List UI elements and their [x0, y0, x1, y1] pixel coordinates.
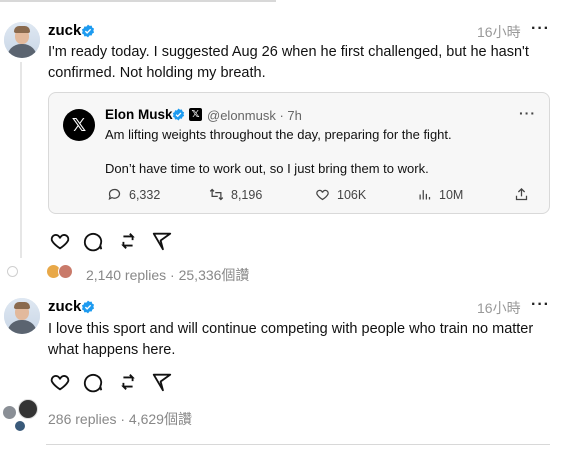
- post-text-line: I'm ready today. I suggested Aug 26 when…: [48, 44, 529, 60]
- upload-icon[interactable]: [514, 187, 529, 202]
- views-stat[interactable]: 10M: [417, 187, 463, 202]
- avatar[interactable]: [4, 298, 40, 334]
- repost-icon[interactable]: [117, 371, 139, 393]
- post-text-line: confirmed. Not holding my breath.: [48, 65, 266, 81]
- repost-stat[interactable]: 8,196: [209, 187, 262, 202]
- verified-icon: [172, 108, 185, 121]
- avatar[interactable]: [4, 22, 40, 58]
- replier-avatar: [14, 420, 26, 432]
- like-count: 106K: [337, 187, 367, 202]
- like-stat[interactable]: 106K: [315, 187, 366, 202]
- more-icon[interactable]: ···: [531, 296, 550, 314]
- replies-summary[interactable]: 2,140 replies · 25,336個讚: [86, 265, 249, 285]
- comment-icon[interactable]: [82, 371, 104, 393]
- share-icon[interactable]: [151, 230, 173, 252]
- reply-count: 6,332: [129, 187, 161, 202]
- author-name[interactable]: zuck: [48, 298, 81, 315]
- repost-count: 8,196: [231, 187, 263, 202]
- quoted-avatar[interactable]: 𝕏: [63, 109, 95, 141]
- heart-icon[interactable]: [49, 371, 71, 393]
- replier-avatar: [18, 399, 38, 419]
- views-icon: [419, 190, 431, 200]
- quoted-text-line: Am lifting weights throughout the day, p…: [105, 127, 452, 142]
- post-text-line: I love this sport and will continue comp…: [48, 321, 534, 337]
- quoted-author-name[interactable]: Elon Musk: [105, 107, 173, 122]
- heart-icon[interactable]: [49, 230, 71, 252]
- retweet-icon: [209, 188, 224, 201]
- post-time: 16小時: [477, 24, 521, 40]
- x-badge-icon: 𝕏: [189, 108, 202, 121]
- quoted-handle-time[interactable]: @elonmusk · 7h: [207, 108, 302, 123]
- comment-icon[interactable]: [82, 230, 104, 252]
- more-icon[interactable]: ···: [519, 105, 536, 121]
- verified-icon: [81, 24, 95, 38]
- replier-avatar: [58, 264, 73, 279]
- author-name[interactable]: zuck: [48, 22, 81, 39]
- replier-avatar: [2, 405, 17, 420]
- replies-summary[interactable]: 286 replies · 4,629個讚: [48, 409, 192, 429]
- thread-end-dot: [7, 266, 18, 277]
- heart-icon: [316, 189, 329, 201]
- share-icon[interactable]: [151, 371, 173, 393]
- more-icon[interactable]: ···: [531, 20, 550, 38]
- post-text: I'm ready today. I suggested Aug 26 when…: [48, 42, 529, 84]
- post-text-line: what happens here.: [48, 342, 176, 358]
- reply-icon: [108, 188, 121, 201]
- thread-line: [20, 62, 22, 258]
- quoted-post-card[interactable]: 𝕏 Elon Musk 𝕏 @elonmusk · 7h ··· Am lift…: [48, 92, 550, 214]
- bottom-divider: [46, 444, 550, 445]
- quoted-text-line: Don’t have time to work out, so I just b…: [105, 161, 429, 176]
- views-count: 10M: [439, 187, 464, 202]
- post-time: 16小時: [477, 300, 521, 316]
- reply-stat[interactable]: 6,332: [107, 187, 160, 202]
- upload-stat[interactable]: [514, 187, 529, 202]
- repost-icon[interactable]: [117, 230, 139, 252]
- verified-icon: [81, 300, 95, 314]
- top-divider: [0, 0, 276, 2]
- post-text: I love this sport and will continue comp…: [48, 319, 533, 361]
